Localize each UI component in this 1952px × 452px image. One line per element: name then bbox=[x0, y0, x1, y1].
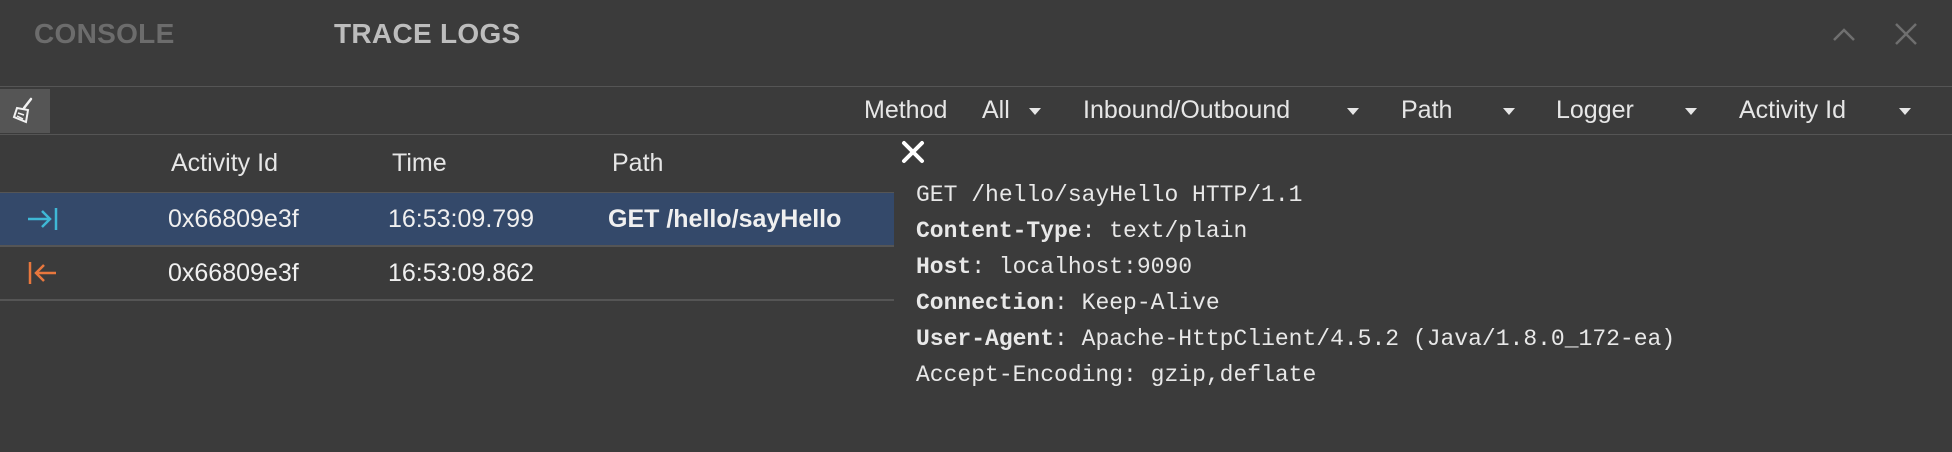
table-row[interactable]: 0x66809e3f 16:53:09.862 bbox=[0, 247, 894, 301]
header-key: Host bbox=[916, 254, 972, 280]
log-detail-pane: GET /hello/sayHello HTTP/1.1 Content-Typ… bbox=[900, 135, 1952, 452]
header-line: Accept-Encoding: gzip,deflate bbox=[916, 357, 1675, 393]
chevron-up-icon bbox=[1833, 28, 1855, 41]
path-cell: GET /hello/sayHello bbox=[608, 205, 842, 233]
header-line: Content-Type: text/plain bbox=[916, 213, 1675, 249]
path-filter-dropdown[interactable]: Path bbox=[1401, 96, 1452, 125]
header-line: User-Agent: Apache-HttpClient/4.5.2 (Jav… bbox=[916, 321, 1675, 357]
method-filter-dropdown[interactable]: All bbox=[982, 96, 1010, 125]
header-separator: : bbox=[1054, 326, 1082, 352]
table-row[interactable]: 0x66809e3f 16:53:09.799 GET /hello/sayHe… bbox=[0, 193, 894, 247]
header-key: Accept-Encoding bbox=[916, 362, 1124, 388]
tab-console[interactable]: CONSOLE bbox=[34, 18, 175, 50]
time-cell: 16:53:09.799 bbox=[388, 205, 534, 233]
arrow-left-from-bar-icon bbox=[28, 262, 56, 284]
header-key: Connection bbox=[916, 290, 1055, 316]
direction-caret-icon[interactable] bbox=[1347, 108, 1359, 115]
filter-bar: Method All Inbound/Outbound Path Logger … bbox=[0, 87, 1952, 135]
http-message: GET /hello/sayHello HTTP/1.1 Content-Typ… bbox=[916, 177, 1675, 393]
header-separator: : bbox=[1123, 362, 1151, 388]
activity-filter-dropdown[interactable]: Activity Id bbox=[1739, 96, 1846, 125]
method-caret-icon[interactable] bbox=[1029, 108, 1041, 115]
header-value: Apache-HttpClient/4.5.2 (Java/1.8.0_172-… bbox=[1081, 326, 1676, 352]
method-filter-label: Method bbox=[864, 96, 948, 124]
column-header-activity-id[interactable]: Activity Id bbox=[171, 149, 278, 178]
request-line: GET /hello/sayHello HTTP/1.1 bbox=[916, 182, 1303, 208]
header-key: User-Agent bbox=[916, 326, 1055, 352]
header-key: Content-Type bbox=[916, 218, 1082, 244]
header-separator: : bbox=[1081, 218, 1110, 244]
activity-id-cell: 0x66809e3f bbox=[168, 259, 299, 287]
arrow-right-to-bar-icon bbox=[28, 208, 58, 230]
header-value: localhost:9090 bbox=[998, 254, 1193, 280]
header-value: Keep-Alive bbox=[1081, 290, 1220, 316]
time-cell: 16:53:09.862 bbox=[388, 259, 534, 287]
logger-filter-dropdown[interactable]: Logger bbox=[1556, 96, 1634, 125]
activity-caret-icon[interactable] bbox=[1899, 108, 1911, 115]
broom-icon bbox=[12, 97, 33, 124]
header-line: Host: localhost:9090 bbox=[916, 249, 1675, 285]
path-caret-icon[interactable] bbox=[1503, 108, 1515, 115]
header-separator: : bbox=[1054, 290, 1082, 316]
direction-filter-dropdown[interactable]: Inbound/Outbound bbox=[1083, 96, 1290, 125]
header-line: Connection: Keep-Alive bbox=[916, 285, 1675, 321]
column-header-path[interactable]: Path bbox=[612, 149, 663, 178]
clear-logs-button[interactable] bbox=[0, 89, 50, 133]
tab-trace-logs[interactable]: TRACE LOGS bbox=[334, 18, 521, 50]
header-separator: : bbox=[971, 254, 999, 280]
activity-id-cell: 0x66809e3f bbox=[168, 205, 299, 233]
header-value: gzip,deflate bbox=[1150, 362, 1317, 388]
logger-caret-icon[interactable] bbox=[1685, 108, 1697, 115]
column-header-time[interactable]: Time bbox=[392, 149, 447, 178]
table-header: Activity Id Time Path bbox=[0, 135, 894, 193]
trace-log-table: Activity Id Time Path 0x66809e3f 16:53:0… bbox=[0, 135, 894, 301]
tab-bar: CONSOLE TRACE LOGS bbox=[0, 0, 1952, 87]
close-x-icon[interactable] bbox=[900, 139, 926, 165]
header-value: text/plain bbox=[1109, 218, 1248, 244]
minimize-button[interactable] bbox=[1824, 14, 1864, 54]
close-panel-button[interactable] bbox=[1886, 14, 1926, 54]
close-icon bbox=[1895, 23, 1917, 45]
